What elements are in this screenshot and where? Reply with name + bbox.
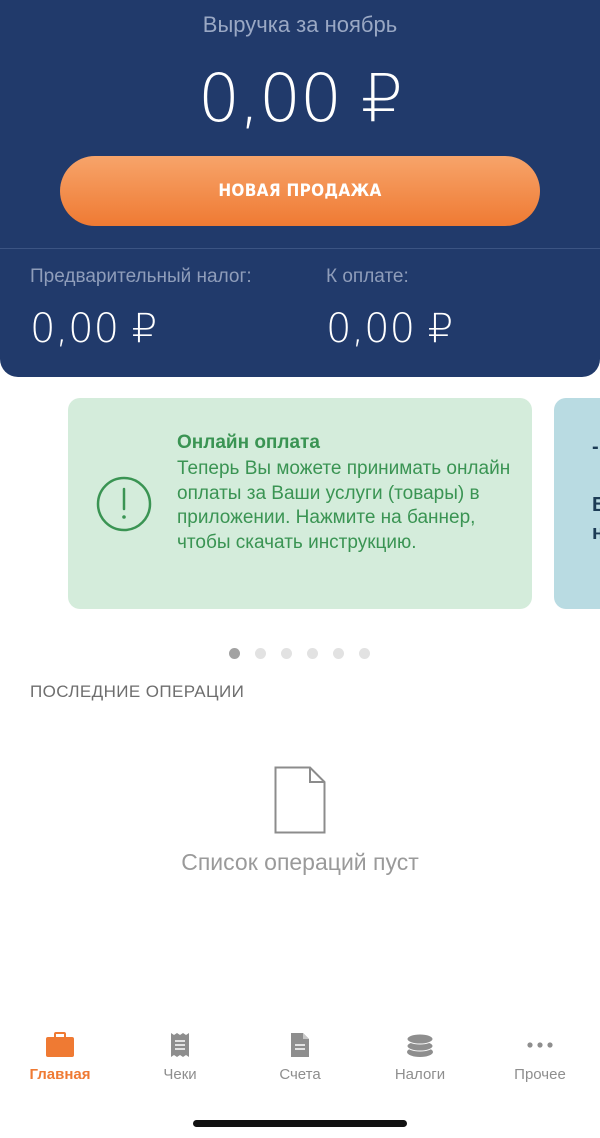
tax-summary: Предварительный налог: 0,00 ₽: [30, 266, 252, 352]
tax-value: 0,00 ₽: [30, 306, 158, 352]
operations-title: ПОСЛЕДНИЕ ОПЕРАЦИИ: [30, 682, 245, 701]
revenue-value: 0,00 ₽: [198, 60, 403, 137]
next-banner-text: -: [592, 436, 599, 458]
tab-invoices[interactable]: Счета: [240, 1032, 360, 1083]
pager-dot[interactable]: [359, 648, 370, 659]
banner-pager: [229, 648, 370, 659]
tab-receipts[interactable]: Чеки: [120, 1032, 240, 1083]
revenue-label: Выручка за ноябрь: [202, 12, 398, 37]
new-sale-button[interactable]: НОВАЯ ПРОДАЖА: [60, 156, 540, 226]
tab-label: Главная: [29, 1066, 91, 1083]
exclamation-circle-icon: [96, 476, 152, 532]
header-divider: [0, 248, 600, 249]
next-banner-text: н: [592, 522, 600, 544]
document-icon: [291, 1033, 309, 1057]
coins-icon: [406, 1033, 434, 1057]
revenue-header: Выручка за ноябрь 0,00 ₽ НОВАЯ ПРОДАЖА П…: [0, 0, 600, 377]
banner-text: Теперь Вы можете принимать онлайн оплаты…: [177, 458, 511, 553]
pager-dot[interactable]: [307, 648, 318, 659]
tab-more[interactable]: Прочее: [480, 1032, 600, 1083]
tab-taxes[interactable]: Налоги: [360, 1032, 480, 1083]
next-banner-peek[interactable]: - В н: [554, 398, 600, 609]
tab-bar: Главная Чеки Счета Налоги Прочее: [0, 1020, 600, 1100]
payment-summary: К оплате: 0,00 ₽: [326, 266, 453, 352]
pay-label: К оплате:: [326, 266, 409, 287]
tab-home[interactable]: Главная: [0, 1032, 120, 1083]
online-payment-banner[interactable]: Онлайн оплата Теперь Вы можете принимать…: [68, 398, 532, 609]
empty-operations-text: Список операций пуст: [181, 849, 419, 875]
briefcase-icon: [46, 1032, 74, 1057]
home-indicator: [193, 1120, 407, 1127]
tab-label: Налоги: [394, 1066, 446, 1083]
tab-label: Счета: [279, 1066, 321, 1083]
pager-dot[interactable]: [281, 648, 292, 659]
tab-label: Прочее: [514, 1066, 566, 1083]
receipt-icon: [171, 1033, 189, 1057]
pager-dot[interactable]: [333, 648, 344, 659]
pager-dot[interactable]: [255, 648, 266, 659]
pay-value: 0,00 ₽: [326, 306, 454, 352]
tax-label: Предварительный налог:: [30, 266, 252, 287]
pager-dot[interactable]: [229, 648, 240, 659]
more-dots-icon: [527, 1042, 553, 1048]
empty-document-icon: [274, 766, 326, 834]
tab-label: Чеки: [163, 1066, 197, 1083]
banner-title: Онлайн оплата: [177, 432, 320, 453]
next-banner-text: В: [592, 494, 600, 516]
